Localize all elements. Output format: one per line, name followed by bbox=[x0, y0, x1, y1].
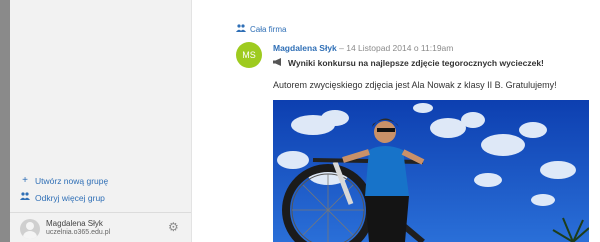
cyclist-photo bbox=[273, 100, 589, 242]
post-separator: – bbox=[336, 43, 347, 53]
discover-groups-link[interactable]: Odkryj więcej grup bbox=[20, 192, 105, 203]
sidebar: + Utwórz nową grupę Odkryj więcej grup M… bbox=[10, 0, 192, 242]
post-header: Magdalena Słyk – 14 Listopad 2014 o 11:1… bbox=[273, 43, 453, 53]
plus-icon: + bbox=[22, 175, 28, 186]
group-link-label: Cała firma bbox=[250, 24, 287, 34]
post-title-text: Wyniki konkursu na najlepsze zdjęcie teg… bbox=[288, 58, 544, 68]
avatar-initials: MS bbox=[242, 50, 256, 60]
post-author[interactable]: Magdalena Słyk bbox=[273, 43, 337, 53]
window-edge bbox=[0, 0, 10, 242]
user-name: Magdalena Słyk bbox=[46, 219, 103, 228]
user-email: uczelnia.o365.edu.pl bbox=[46, 229, 111, 236]
feed: Cała firma MS Magdalena Słyk – 14 Listop… bbox=[192, 0, 600, 242]
user-bar[interactable]: Magdalena Słyk uczelnia.o365.edu.pl ⚙ bbox=[10, 212, 191, 242]
post-photo[interactable] bbox=[273, 100, 589, 242]
create-group-link[interactable]: + Utwórz nową grupę bbox=[20, 175, 109, 187]
post-body: Autorem zwycięskiego zdjęcia jest Ala No… bbox=[273, 80, 557, 90]
discover-groups-label: Odkryj więcej grup bbox=[35, 192, 105, 203]
avatar[interactable] bbox=[20, 219, 40, 239]
groups-icon bbox=[236, 24, 246, 34]
author-avatar[interactable]: MS bbox=[236, 42, 262, 68]
groups-icon bbox=[20, 192, 30, 203]
create-group-label: Utwórz nową grupę bbox=[35, 176, 109, 186]
post-title: Wyniki konkursu na najlepsze zdjęcie teg… bbox=[273, 58, 544, 68]
group-link-all-company[interactable]: Cała firma bbox=[236, 24, 286, 34]
post-date[interactable]: 14 Listopad 2014 o 11:19am bbox=[346, 43, 453, 53]
megaphone-icon bbox=[273, 58, 283, 68]
gear-icon[interactable]: ⚙ bbox=[168, 220, 179, 234]
